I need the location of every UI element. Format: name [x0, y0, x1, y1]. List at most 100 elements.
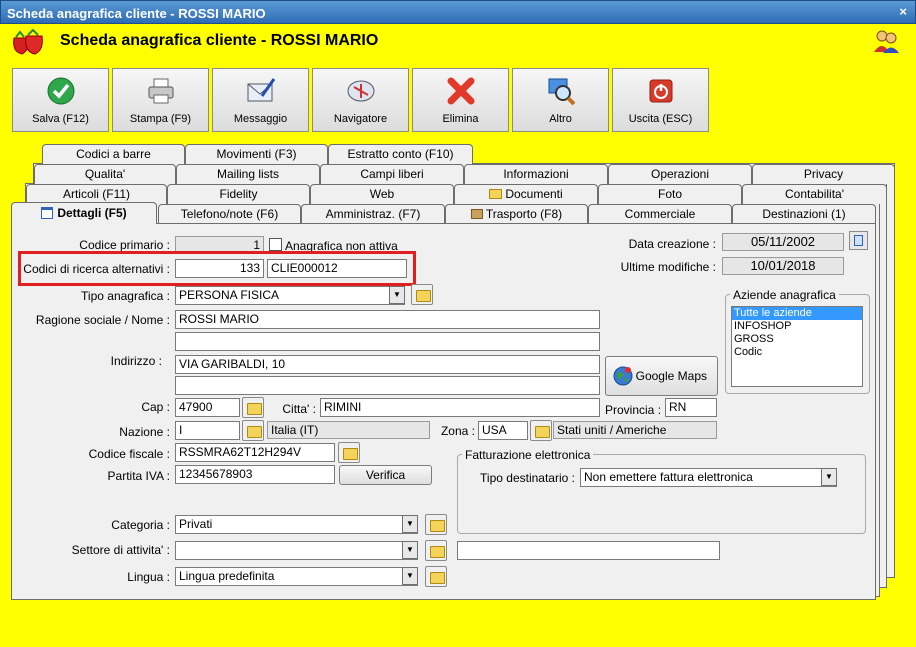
tab-web[interactable]: Web — [310, 184, 454, 204]
tab-qualita[interactable]: Qualita' — [34, 164, 176, 184]
tab-informazioni[interactable]: Informazioni — [464, 164, 608, 184]
tab-documenti[interactable]: Documenti — [454, 184, 598, 204]
tab-trasporto[interactable]: Trasporto (F8) — [445, 204, 588, 224]
tab-fidelity[interactable]: Fidelity — [167, 184, 310, 204]
lingua-folder-icon[interactable] — [425, 566, 447, 587]
navigator-button[interactable]: Navigatore — [312, 68, 409, 132]
tipo-destinatario-chevron-down-icon[interactable]: ▼ — [821, 468, 837, 486]
indirizzo-label: Indirizzo : — [110, 354, 162, 368]
aziende-list-item[interactable]: Tutte le aziende — [732, 307, 862, 320]
nazione-field[interactable]: I — [175, 421, 240, 440]
lingua-chevron-down-icon[interactable]: ▼ — [402, 567, 418, 585]
tipo-destinatario-label: Tipo destinatario : — [480, 471, 575, 485]
title-bar: Scheda anagrafica cliente - ROSSI MARIO … — [0, 0, 916, 24]
aziende-list[interactable]: Tutte le aziende INFOSHOP GROSS Codic — [731, 306, 863, 387]
codice-fiscale-field[interactable]: RSSMRA62T12H294V — [175, 443, 335, 462]
tab-estratto-conto[interactable]: Estratto conto (F10) — [328, 144, 473, 164]
save-button[interactable]: Salva (F12) — [12, 68, 109, 132]
printer-icon — [148, 78, 174, 104]
provincia-label: Provincia : — [605, 403, 662, 417]
partita-iva-field[interactable]: 12345678903 — [175, 465, 335, 484]
more-button-label: Altro — [549, 113, 572, 125]
settore-desc-field[interactable] — [457, 541, 720, 560]
provincia-field[interactable]: RN — [665, 398, 717, 417]
categoria-folder-icon[interactable] — [425, 514, 447, 535]
print-button[interactable]: Stampa (F9) — [112, 68, 209, 132]
google-maps-button[interactable]: Google Maps — [605, 356, 718, 396]
aziende-list-item[interactable]: GROSS — [732, 333, 862, 346]
indirizzo-field-2[interactable] — [175, 376, 600, 395]
citta-field[interactable]: RIMINI — [320, 398, 600, 417]
users-icon[interactable] — [872, 28, 900, 54]
cf-folder-icon[interactable] — [338, 442, 360, 463]
nazione-desc: Italia (IT) — [267, 421, 430, 439]
categoria-select[interactable]: Privati — [175, 515, 418, 534]
settore-folder-icon[interactable] — [425, 540, 447, 561]
folder-icon[interactable] — [411, 284, 433, 305]
delete-button-label: Elimina — [442, 113, 479, 125]
tab-campi-liberi[interactable]: Campi liberi — [320, 164, 464, 184]
tab-mailing-lists[interactable]: Mailing lists — [176, 164, 320, 184]
tab-dettagli-label: Dettagli (F5) — [57, 206, 127, 220]
zona-field[interactable]: USA — [478, 421, 528, 440]
verifica-button[interactable]: Verifica — [339, 465, 432, 485]
more-button[interactable]: Altro — [512, 68, 609, 132]
aziende-list-item[interactable]: Codic — [732, 346, 862, 359]
tab-operazioni[interactable]: Operazioni — [608, 164, 752, 184]
tab-commerciale[interactable]: Commerciale — [588, 204, 732, 224]
tab-contabilita[interactable]: Contabilita' — [742, 184, 887, 204]
message-button[interactable]: Messaggio — [212, 68, 309, 132]
strawberry-logo-icon — [13, 28, 43, 55]
anagrafica-non-attiva-checkbox[interactable] — [269, 238, 282, 251]
tipo-destinatario-select[interactable]: Non emettere fattura elettronica — [580, 468, 837, 487]
settore-select[interactable] — [175, 541, 418, 560]
search-icon — [548, 78, 576, 106]
tab-destinazioni[interactable]: Destinazioni (1) — [732, 204, 876, 224]
globe-icon — [613, 366, 633, 386]
tab-codici-barre[interactable]: Codici a barre — [42, 144, 185, 164]
cap-field[interactable]: 47900 — [175, 398, 240, 417]
print-button-label: Stampa (F9) — [129, 113, 192, 125]
nazione-folder-icon[interactable] — [242, 420, 264, 441]
folder-icon — [489, 189, 503, 199]
zona-label: Zona : — [440, 424, 475, 438]
ragione-sociale-field[interactable]: ROSSI MARIO — [175, 310, 600, 329]
close-icon[interactable]: × — [899, 4, 907, 19]
exit-button[interactable]: Uscita (ESC) — [612, 68, 709, 132]
codice-fiscale-label: Codice fiscale : — [88, 447, 170, 461]
tab-dettagli[interactable]: Dettagli (F5) — [11, 202, 157, 224]
tab-foto[interactable]: Foto — [598, 184, 742, 204]
tab-movimenti[interactable]: Movimenti (F3) — [185, 144, 328, 164]
categoria-chevron-down-icon[interactable]: ▼ — [402, 515, 418, 533]
indirizzo-field[interactable]: VIA GARIBALDI, 10 — [175, 355, 600, 374]
tab-articoli[interactable]: Articoli (F11) — [26, 184, 167, 204]
codici-ricerca-num-field[interactable]: 133 — [175, 259, 264, 278]
settore-chevron-down-icon[interactable]: ▼ — [402, 541, 418, 559]
ultime-modifiche-field: 10/01/2018 — [722, 257, 844, 275]
chevron-down-icon[interactable]: ▼ — [389, 286, 405, 304]
tab-privacy[interactable]: Privacy — [752, 164, 895, 184]
ultime-modifiche-label: Ultime modifiche : — [620, 260, 716, 274]
exit-icon — [649, 79, 673, 103]
codici-ricerca-code-field[interactable]: CLIE000012 — [267, 259, 407, 278]
aziende-list-item[interactable]: INFOSHOP — [732, 320, 862, 333]
history-icon[interactable] — [849, 231, 868, 250]
cap-label: Cap : — [141, 400, 170, 414]
ragione-sociale-field-2[interactable] — [175, 332, 600, 351]
zona-folder-icon[interactable] — [530, 420, 552, 441]
page-title: Scheda anagrafica cliente - ROSSI MARIO — [60, 32, 379, 49]
tab-telefono-note[interactable]: Telefono/note (F6) — [158, 204, 301, 224]
tipo-anagrafica-select[interactable]: PERSONA FISICA — [175, 286, 405, 305]
codici-ricerca-label: Codici di ricerca alternativi : — [23, 262, 170, 276]
data-creazione-label: Data creazione : — [628, 237, 716, 251]
ragione-sociale-label: Ragione sociale / Nome : — [35, 313, 170, 327]
delete-button[interactable]: Elimina — [412, 68, 509, 132]
cap-folder-icon[interactable] — [242, 397, 264, 418]
message-icon — [247, 78, 276, 102]
tab-documenti-label: Documenti — [505, 187, 563, 201]
tipo-anagrafica-label: Tipo anagrafica : — [81, 289, 170, 303]
tab-amministrazione[interactable]: Amministraz. (F7) — [301, 204, 445, 224]
data-creazione-field: 05/11/2002 — [722, 233, 844, 251]
lingua-select[interactable]: Lingua predefinita — [175, 567, 418, 586]
window-title: Scheda anagrafica cliente - ROSSI MARIO — [7, 6, 266, 21]
